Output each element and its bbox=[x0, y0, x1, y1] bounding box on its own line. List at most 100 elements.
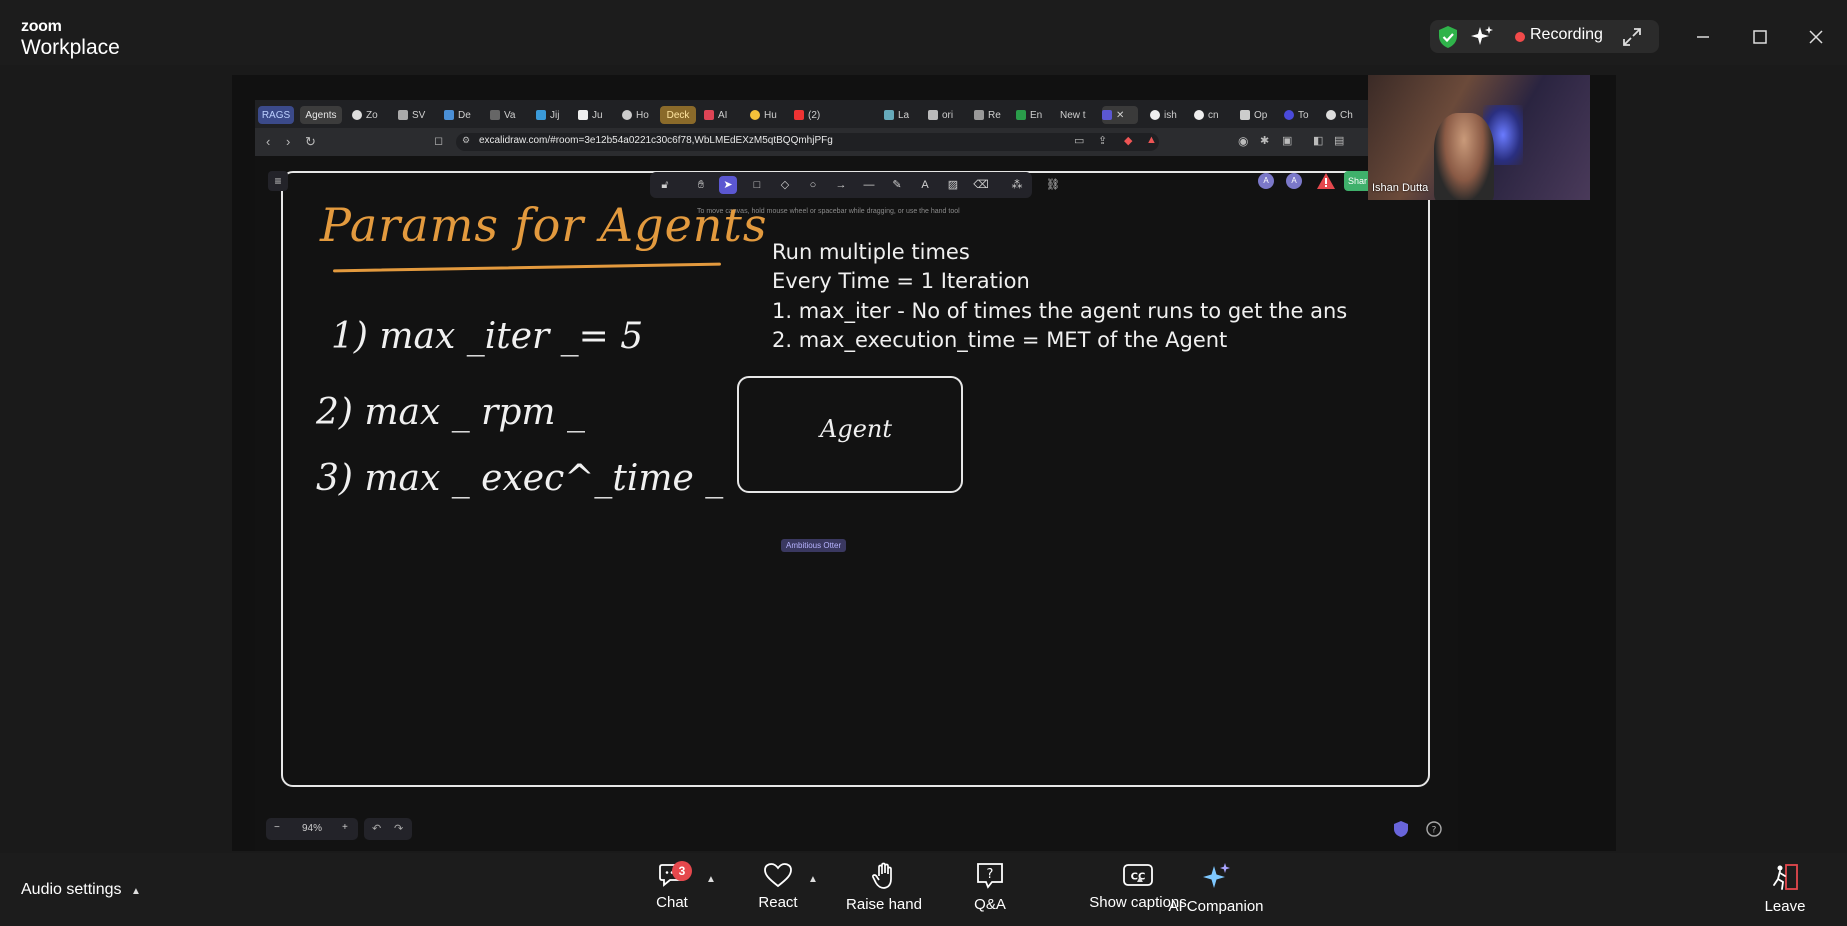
reload-icon[interactable]: ↻ bbox=[305, 134, 316, 150]
undo-icon[interactable]: ↶ bbox=[372, 822, 381, 835]
text-tool-icon[interactable]: A bbox=[916, 176, 934, 194]
browser-tab[interactable]: Zo bbox=[352, 106, 388, 124]
close-icon[interactable] bbox=[1801, 22, 1831, 52]
chevron-up-icon[interactable]: ▲ bbox=[808, 874, 818, 885]
tab-title: To bbox=[1298, 109, 1309, 121]
extension-icon[interactable]: ▣ bbox=[1282, 134, 1292, 147]
minimize-icon[interactable] bbox=[1688, 22, 1718, 52]
browser-tab[interactable]: Ch bbox=[1326, 106, 1360, 124]
collaborator-avatar[interactable]: A bbox=[1258, 173, 1274, 189]
qa-button[interactable]: ? Q&A bbox=[970, 862, 1010, 913]
raise-hand-button[interactable]: Raise hand bbox=[846, 862, 922, 913]
tab-group-rags[interactable]: RAGS bbox=[258, 106, 294, 124]
browser-tab[interactable]: ori bbox=[928, 106, 962, 124]
ai-companion-button[interactable]: AI Companion bbox=[1166, 862, 1266, 915]
zoom-out-icon[interactable]: − bbox=[274, 822, 280, 833]
browser-tab[interactable]: Jij bbox=[536, 106, 572, 124]
param-1: 1) max _iter _= 5 bbox=[331, 316, 644, 357]
browser-tab[interactable]: Re bbox=[974, 106, 1008, 124]
collaborator-cursor-tag: Ambitious Otter bbox=[781, 539, 847, 552]
browser-tab[interactable]: (2) bbox=[794, 106, 828, 124]
react-button[interactable]: React bbox=[758, 862, 798, 911]
hand-tool-icon[interactable]: ✋︎ bbox=[692, 176, 710, 194]
share-page-icon[interactable]: ⇪ bbox=[1098, 134, 1107, 147]
extension-shield-icon[interactable]: ◆ bbox=[1124, 134, 1132, 147]
brand-small: zoom bbox=[21, 18, 62, 35]
note-line-4: 2. max_execution_time = MET of the Agent bbox=[772, 328, 1228, 352]
react-label: React bbox=[758, 894, 798, 911]
tab-favicon-icon bbox=[490, 110, 500, 120]
hamburger-menu-icon[interactable]: ≡ bbox=[268, 171, 288, 191]
browser-tab[interactable]: To bbox=[1284, 106, 1318, 124]
browser-tab[interactable]: La bbox=[884, 106, 918, 124]
redo-icon[interactable]: ↷ bbox=[394, 822, 403, 835]
ellipse-tool-icon[interactable]: ○ bbox=[804, 176, 822, 194]
tab-title: Ju bbox=[592, 109, 603, 121]
browser-tab[interactable]: De bbox=[444, 106, 480, 124]
eraser-tool-icon[interactable]: ⌫ bbox=[972, 176, 990, 194]
tab-favicon-icon bbox=[884, 110, 894, 120]
ai-sparkle-icon[interactable] bbox=[1470, 25, 1494, 49]
tab-close-icon[interactable]: ✕ bbox=[1116, 110, 1124, 121]
help-icon[interactable]: ? bbox=[1425, 820, 1443, 838]
extension-alert-icon[interactable]: ▲ bbox=[1146, 134, 1157, 146]
chevron-up-icon[interactable]: ▲ bbox=[131, 886, 141, 897]
browser-tab[interactable]: Op bbox=[1240, 106, 1274, 124]
meeting-controls-bar bbox=[0, 853, 1847, 926]
brand-big: Workplace bbox=[21, 36, 120, 59]
bookmark-icon[interactable]: ◻ bbox=[434, 134, 443, 147]
expand-icon[interactable] bbox=[1621, 26, 1643, 48]
browser-tab[interactable]: En bbox=[1016, 106, 1050, 124]
back-icon[interactable]: ‹ bbox=[266, 134, 270, 149]
browser-tab[interactable]: Ho bbox=[622, 106, 658, 124]
browser-tab-active[interactable]: ✕ bbox=[1102, 106, 1138, 124]
link-icon[interactable]: ⛓︎ bbox=[1044, 176, 1062, 194]
shield-check-icon[interactable] bbox=[1437, 25, 1459, 49]
recording-label[interactable]: Recording bbox=[1530, 26, 1603, 44]
pencil-tool-icon[interactable]: ✎ bbox=[888, 176, 906, 194]
hand-icon bbox=[872, 862, 892, 889]
browser-tab[interactable]: AI bbox=[704, 106, 738, 124]
encryption-shield-icon[interactable] bbox=[1392, 820, 1410, 838]
chevron-up-icon[interactable]: ▲ bbox=[706, 874, 716, 885]
image-tool-icon[interactable]: ▨ bbox=[944, 176, 962, 194]
note-line-1: Run multiple times bbox=[772, 240, 970, 264]
tab-group-deck[interactable]: Deck bbox=[660, 106, 696, 124]
browser-tab[interactable]: Hu bbox=[750, 106, 784, 124]
tab-title: (2) bbox=[808, 109, 821, 121]
rectangle-tool-icon[interactable]: □ bbox=[748, 176, 766, 194]
chevron-up-icon[interactable]: ▲ bbox=[1135, 874, 1145, 885]
line-tool-icon[interactable]: — bbox=[860, 176, 878, 194]
browser-tab[interactable]: Va bbox=[490, 106, 526, 124]
forward-icon[interactable]: › bbox=[286, 134, 290, 149]
browser-tab[interactable]: SV bbox=[398, 106, 434, 124]
tab-favicon-icon bbox=[1284, 110, 1294, 120]
diamond-tool-icon[interactable]: ◇ bbox=[776, 176, 794, 194]
maximize-icon[interactable] bbox=[1745, 22, 1775, 52]
sidepanel-icon[interactable]: ◧ bbox=[1313, 134, 1323, 147]
browser-tab[interactable]: ish bbox=[1150, 106, 1184, 124]
browser-tab[interactable]: cn bbox=[1194, 106, 1228, 124]
zoom-level[interactable]: 94% bbox=[302, 823, 322, 834]
tab-title: ish bbox=[1164, 109, 1177, 121]
collaborator-avatar[interactable]: A bbox=[1286, 173, 1302, 189]
extensions-icon[interactable]: ✱ bbox=[1260, 134, 1269, 147]
browser-tab[interactable]: Ju bbox=[578, 106, 614, 124]
zoom-in-icon[interactable]: + bbox=[342, 822, 348, 833]
leave-button[interactable]: Leave bbox=[1762, 862, 1808, 915]
audio-settings-button[interactable]: Audio settings bbox=[21, 881, 122, 899]
tab-group-agents[interactable]: Agents bbox=[300, 106, 342, 124]
browser-tab[interactable]: New t bbox=[1060, 106, 1094, 124]
warning-icon[interactable] bbox=[1316, 171, 1336, 191]
url-text[interactable]: excalidraw.com/#room=3e12b54a0221c30c6f7… bbox=[479, 135, 833, 146]
tab-search-icon[interactable]: ▤ bbox=[1334, 134, 1344, 147]
shapes-library-icon[interactable]: ⁂ bbox=[1008, 176, 1026, 194]
qa-label: Q&A bbox=[974, 896, 1006, 913]
chat-label: Chat bbox=[656, 894, 688, 911]
site-info-icon[interactable]: ⚙ bbox=[462, 135, 470, 146]
arrow-tool-icon[interactable]: → bbox=[832, 176, 850, 194]
extension-record-icon[interactable]: ◉ bbox=[1238, 134, 1248, 148]
lock-icon[interactable]: 🔓︎ bbox=[656, 176, 674, 194]
cast-icon[interactable]: ▭ bbox=[1074, 134, 1084, 147]
selection-tool-icon[interactable]: ➤ bbox=[719, 176, 737, 194]
